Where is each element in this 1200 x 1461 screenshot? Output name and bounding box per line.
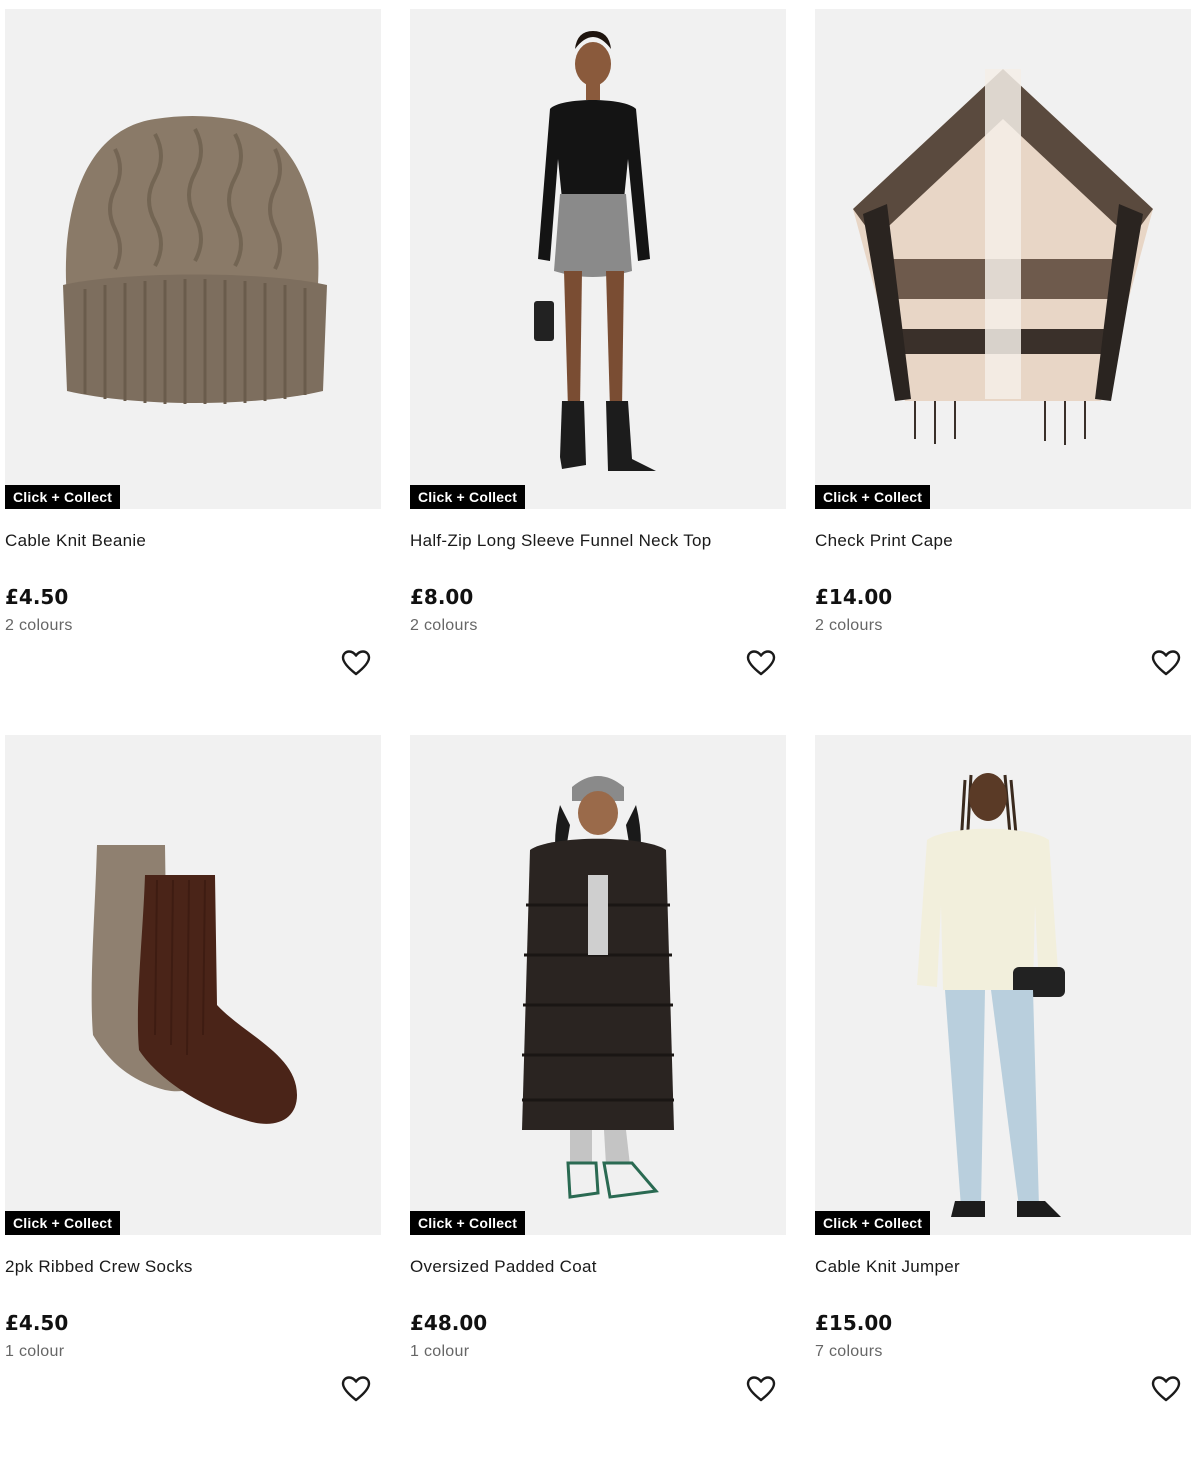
- product-image-link[interactable]: Click + Collect: [410, 9, 786, 509]
- heart-outline-icon: [746, 1376, 776, 1402]
- product-title[interactable]: Half-Zip Long Sleeve Funnel Neck Top: [410, 531, 712, 551]
- product-image-link[interactable]: Click + Collect: [815, 735, 1191, 1235]
- click-collect-badge: Click + Collect: [410, 1211, 526, 1235]
- click-collect-badge: Click + Collect: [815, 485, 931, 509]
- product-title[interactable]: Cable Knit Jumper: [815, 1257, 960, 1277]
- heart-outline-icon: [1151, 650, 1181, 676]
- product-card: Click + Collect Half-Zip Long Sleeve Fun…: [410, 9, 786, 735]
- product-colours: 1 colour: [410, 1343, 470, 1360]
- product-price: £8.00: [410, 585, 474, 609]
- wishlist-button[interactable]: [1151, 1375, 1181, 1403]
- product-colours: 1 colour: [5, 1343, 65, 1360]
- product-price: £4.50: [5, 585, 69, 609]
- click-collect-badge: Click + Collect: [5, 1211, 121, 1235]
- product-price: £4.50: [5, 1311, 69, 1335]
- product-image-link[interactable]: Click + Collect: [410, 735, 786, 1235]
- product-card: Click + Collect Check Print Cape £14.00 …: [815, 9, 1191, 735]
- product-price: £14.00: [815, 585, 893, 609]
- wishlist-button[interactable]: [341, 1375, 371, 1403]
- wishlist-button[interactable]: [341, 649, 371, 677]
- heart-outline-icon: [746, 650, 776, 676]
- product-title[interactable]: Cable Knit Beanie: [5, 531, 146, 551]
- product-price: £48.00: [410, 1311, 488, 1335]
- product-image: [853, 69, 1153, 445]
- product-image: [63, 116, 327, 404]
- product-card: Click + Collect Cable Knit Beanie £4.50 …: [5, 9, 381, 735]
- click-collect-badge: Click + Collect: [815, 1211, 931, 1235]
- product-colours: 7 colours: [815, 1343, 883, 1360]
- product-image-link[interactable]: Click + Collect: [5, 9, 381, 509]
- product-title[interactable]: Oversized Padded Coat: [410, 1257, 597, 1277]
- product-card: Click + Collect Cable Knit Jumper £15.00…: [815, 735, 1191, 1461]
- product-grid: Click + Collect Cable Knit Beanie £4.50 …: [5, 9, 1195, 1461]
- product-card: Click + Collect 2pk Ribbed Crew Socks £4…: [5, 735, 381, 1461]
- product-colours: 2 colours: [815, 617, 883, 634]
- click-collect-badge: Click + Collect: [410, 485, 526, 509]
- wishlist-button[interactable]: [746, 649, 776, 677]
- heart-outline-icon: [1151, 1376, 1181, 1402]
- wishlist-button[interactable]: [746, 1375, 776, 1403]
- product-image: [91, 845, 297, 1124]
- heart-outline-icon: [341, 1376, 371, 1402]
- wishlist-button[interactable]: [1151, 649, 1181, 677]
- product-card: Click + Collect Oversized Padded Coat £4…: [410, 735, 786, 1461]
- product-image: [534, 31, 656, 471]
- product-image-link[interactable]: Click + Collect: [815, 9, 1191, 509]
- product-title[interactable]: Check Print Cape: [815, 531, 953, 551]
- product-title[interactable]: 2pk Ribbed Crew Socks: [5, 1257, 193, 1277]
- product-image: [917, 773, 1065, 1217]
- product-colours: 2 colours: [5, 617, 73, 634]
- heart-outline-icon: [341, 650, 371, 676]
- product-price: £15.00: [815, 1311, 893, 1335]
- product-image-link[interactable]: Click + Collect: [5, 735, 381, 1235]
- product-colours: 2 colours: [410, 617, 478, 634]
- product-image: [522, 776, 674, 1199]
- click-collect-badge: Click + Collect: [5, 485, 121, 509]
